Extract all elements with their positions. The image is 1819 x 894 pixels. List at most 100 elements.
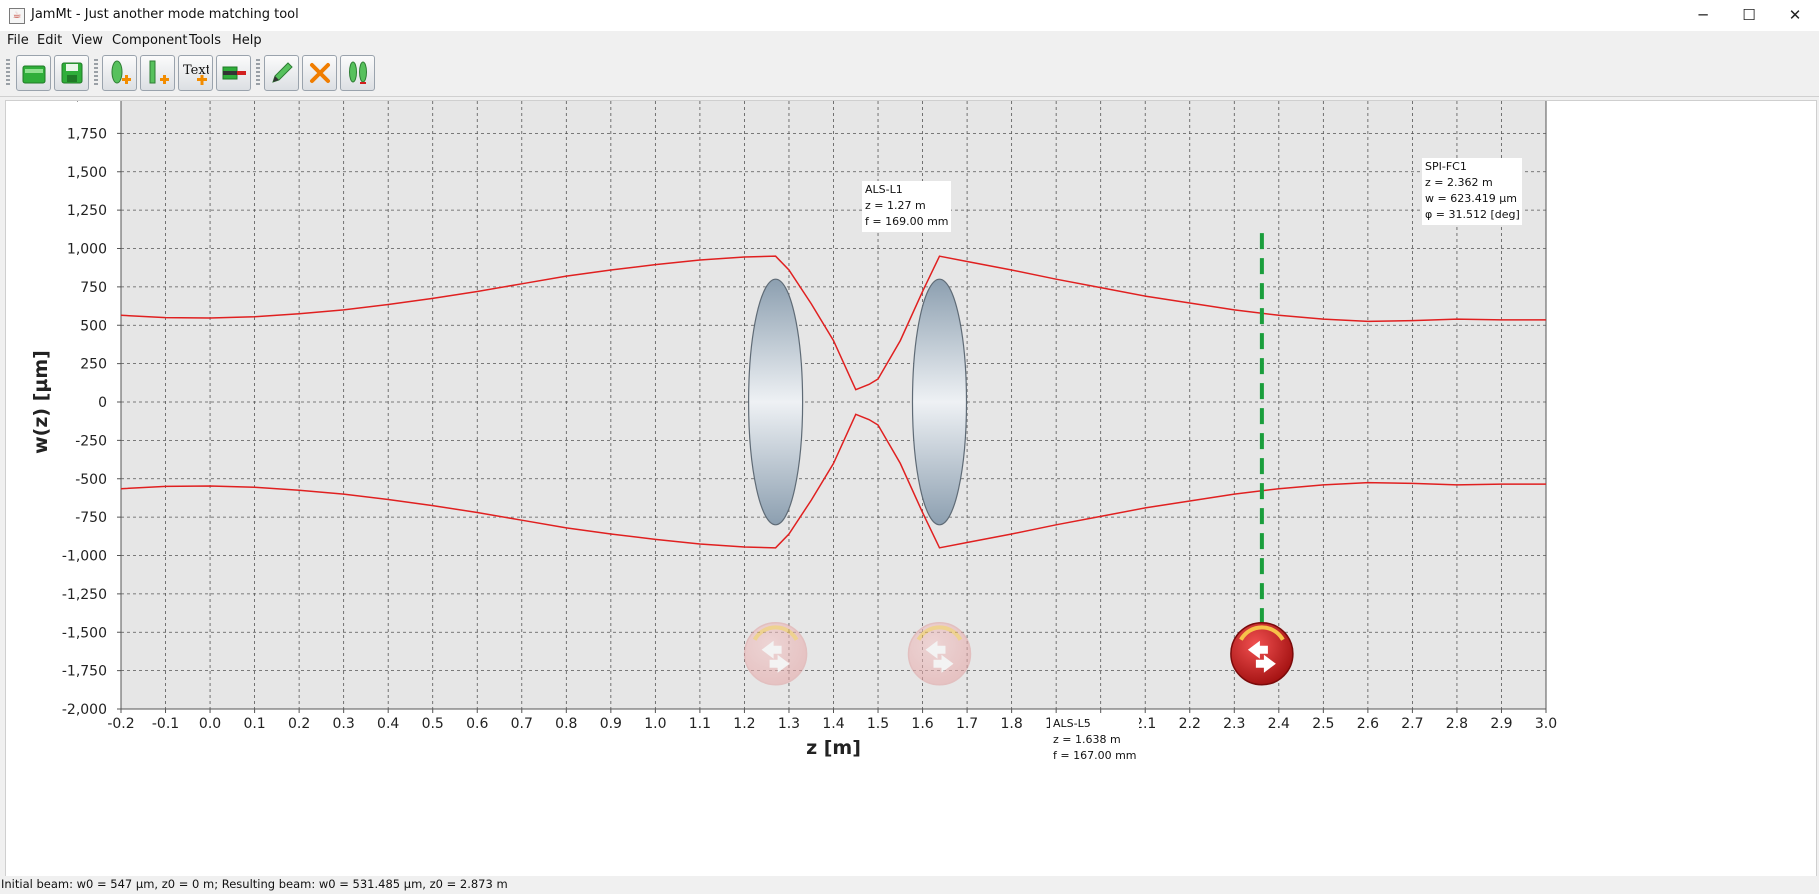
move-component-icon[interactable] <box>743 621 808 686</box>
x-tick-label: -0.2 <box>107 716 134 732</box>
x-tick-label: 1.6 <box>911 716 933 732</box>
y-tick-label: 1,250 <box>67 203 107 219</box>
title-bar: ☕ JamMt - Just another mode matching too… <box>0 0 1819 32</box>
x-tick-label: 0.7 <box>511 716 533 732</box>
minimize-button[interactable]: ─ <box>1680 0 1726 31</box>
x-tick-label: 2.3 <box>1223 716 1245 732</box>
y-tick-label: -1,750 <box>62 664 107 680</box>
x-axis-title: z [m] <box>806 737 861 759</box>
x-tick-label: 0.4 <box>377 716 399 732</box>
lens-1-shape[interactable] <box>748 278 804 526</box>
x-tick-label: 2.6 <box>1357 716 1379 732</box>
toolbar-grip[interactable] <box>6 59 10 87</box>
fiber-coupler-z: z = 2.362 m <box>1425 176 1493 189</box>
toolbar: Text <box>0 51 1819 97</box>
lens-l5-f: f = 167.00 mm <box>1053 749 1137 762</box>
fiber-coupler-note[interactable]: SPI-FC1 z = 2.362 m w = 623.419 µm φ = 3… <box>1422 158 1522 225</box>
fiber-coupler-phi: φ = 31.512 [deg] <box>1425 208 1520 221</box>
mode-match-button[interactable] <box>340 55 375 91</box>
open-folder-icon <box>22 65 46 84</box>
edit-pencil-icon <box>272 62 293 83</box>
x-tick-label: 1.2 <box>733 716 755 732</box>
x-tick-label: 1.0 <box>644 716 666 732</box>
y-tick-label: 750 <box>80 280 107 296</box>
fiber-coupler-w: w = 623.419 µm <box>1425 192 1517 205</box>
toolbar-grip-2[interactable] <box>94 59 98 87</box>
delete-x-icon <box>310 63 330 83</box>
java-cup-icon: ☕ <box>9 8 25 24</box>
maximize-button[interactable]: ☐ <box>1726 0 1772 31</box>
close-button[interactable]: ✕ <box>1772 0 1818 31</box>
x-tick-label: 3.0 <box>1535 716 1557 732</box>
x-tick-label: -0.1 <box>152 716 179 732</box>
y-tick-label: -1,000 <box>62 549 107 565</box>
lens-2-shape[interactable] <box>911 278 968 526</box>
x-tick-label: 1.1 <box>689 716 711 732</box>
y-tick-label: 1,750 <box>67 126 107 142</box>
x-tick-label: 1.7 <box>956 716 978 732</box>
y-tick-label: 2,000 <box>67 101 107 104</box>
x-tick-label: 0.6 <box>466 716 488 732</box>
x-tick-label: 1.5 <box>867 716 889 732</box>
x-tick-label: 2.9 <box>1490 716 1512 732</box>
add-fiber-coupler-button[interactable] <box>216 55 251 91</box>
mode-match-lenses-icon <box>349 61 367 84</box>
y-tick-label: -1,250 <box>62 587 107 603</box>
y-tick-label: -750 <box>75 510 107 526</box>
y-tick-label: -1,500 <box>62 625 107 641</box>
x-tick-label: 1.3 <box>778 716 800 732</box>
status-bar: Initial beam: w0 = 547 µm, z0 = 0 m; Res… <box>0 876 1819 894</box>
move-component-icon[interactable] <box>1230 621 1294 686</box>
menu-bar: File Edit View Component Tools Help <box>0 31 1819 51</box>
x-tick-label: 2.7 <box>1401 716 1423 732</box>
x-tick-label: 0.3 <box>333 716 355 732</box>
lens-l1-z: z = 1.27 m <box>865 199 926 212</box>
menu-edit[interactable]: Edit <box>37 33 62 48</box>
menu-help[interactable]: Help <box>232 33 262 48</box>
y-tick-label: 500 <box>80 318 107 334</box>
add-lens-button[interactable] <box>102 55 137 91</box>
beam-plot-panel[interactable]: -0.2 -0.1 0.0 0.1 0.2 0.3 0.4 0.5 0.6 0.7 0.8 0.9 1.… <box>5 100 1817 877</box>
menu-view[interactable]: View <box>72 33 103 48</box>
edit-button[interactable] <box>264 55 299 91</box>
lens-l5-z: z = 1.638 m <box>1053 733 1121 746</box>
menu-file[interactable]: File <box>7 33 29 48</box>
fiber-coupler-label: SPI-FC1 <box>1425 160 1467 173</box>
x-tick-label: 0.2 <box>288 716 310 732</box>
x-tick-label: 1.4 <box>822 716 844 732</box>
lens-l1-f: f = 169.00 mm <box>865 215 949 228</box>
y-tick-label: 0 <box>98 395 107 411</box>
open-button[interactable] <box>16 55 51 91</box>
save-button[interactable] <box>54 55 89 91</box>
move-component-icon[interactable] <box>907 621 972 686</box>
add-lens-icon <box>111 60 131 84</box>
add-fiber-coupler-icon <box>222 66 246 80</box>
x-tick-label: 0.0 <box>199 716 221 732</box>
lens-l1-label: ALS-L1 <box>865 183 903 196</box>
x-tick-label: 2.5 <box>1312 716 1334 732</box>
x-tick-label: 0.8 <box>555 716 577 732</box>
x-tick-label: 2.4 <box>1268 716 1290 732</box>
add-text-button[interactable]: Text <box>178 55 213 91</box>
menu-tools[interactable]: Tools <box>189 33 221 48</box>
add-mirror-button[interactable] <box>140 55 175 91</box>
delete-button[interactable] <box>302 55 337 91</box>
y-axis-title: w(z) [µm] <box>30 350 52 454</box>
menu-component[interactable]: Component <box>112 33 187 48</box>
x-tick-label: 2.8 <box>1446 716 1468 732</box>
toolbar-grip-3[interactable] <box>256 59 260 87</box>
y-tick-label: 250 <box>80 357 107 373</box>
lens-l1-note[interactable]: ALS-L1 z = 1.27 m f = 169.00 mm <box>862 181 951 232</box>
x-tick-label: 0.1 <box>243 716 265 732</box>
y-tick-label: -2,000 <box>62 702 107 718</box>
x-tick-label: 2.2 <box>1179 716 1201 732</box>
y-tick-label: -500 <box>75 472 107 488</box>
lens-l5-note[interactable]: ALS-L5 z = 1.638 m f = 167.00 mm <box>1050 715 1139 766</box>
add-mirror-icon <box>149 60 169 84</box>
y-tick-label: 1,500 <box>67 165 107 181</box>
x-tick-label: 1.8 <box>1000 716 1022 732</box>
window-title: JamMt - Just another mode matching tool <box>31 7 299 22</box>
x-tick-label: 0.5 <box>422 716 444 732</box>
lens-l5-label: ALS-L5 <box>1053 717 1091 730</box>
y-tick-label: -250 <box>75 433 107 449</box>
